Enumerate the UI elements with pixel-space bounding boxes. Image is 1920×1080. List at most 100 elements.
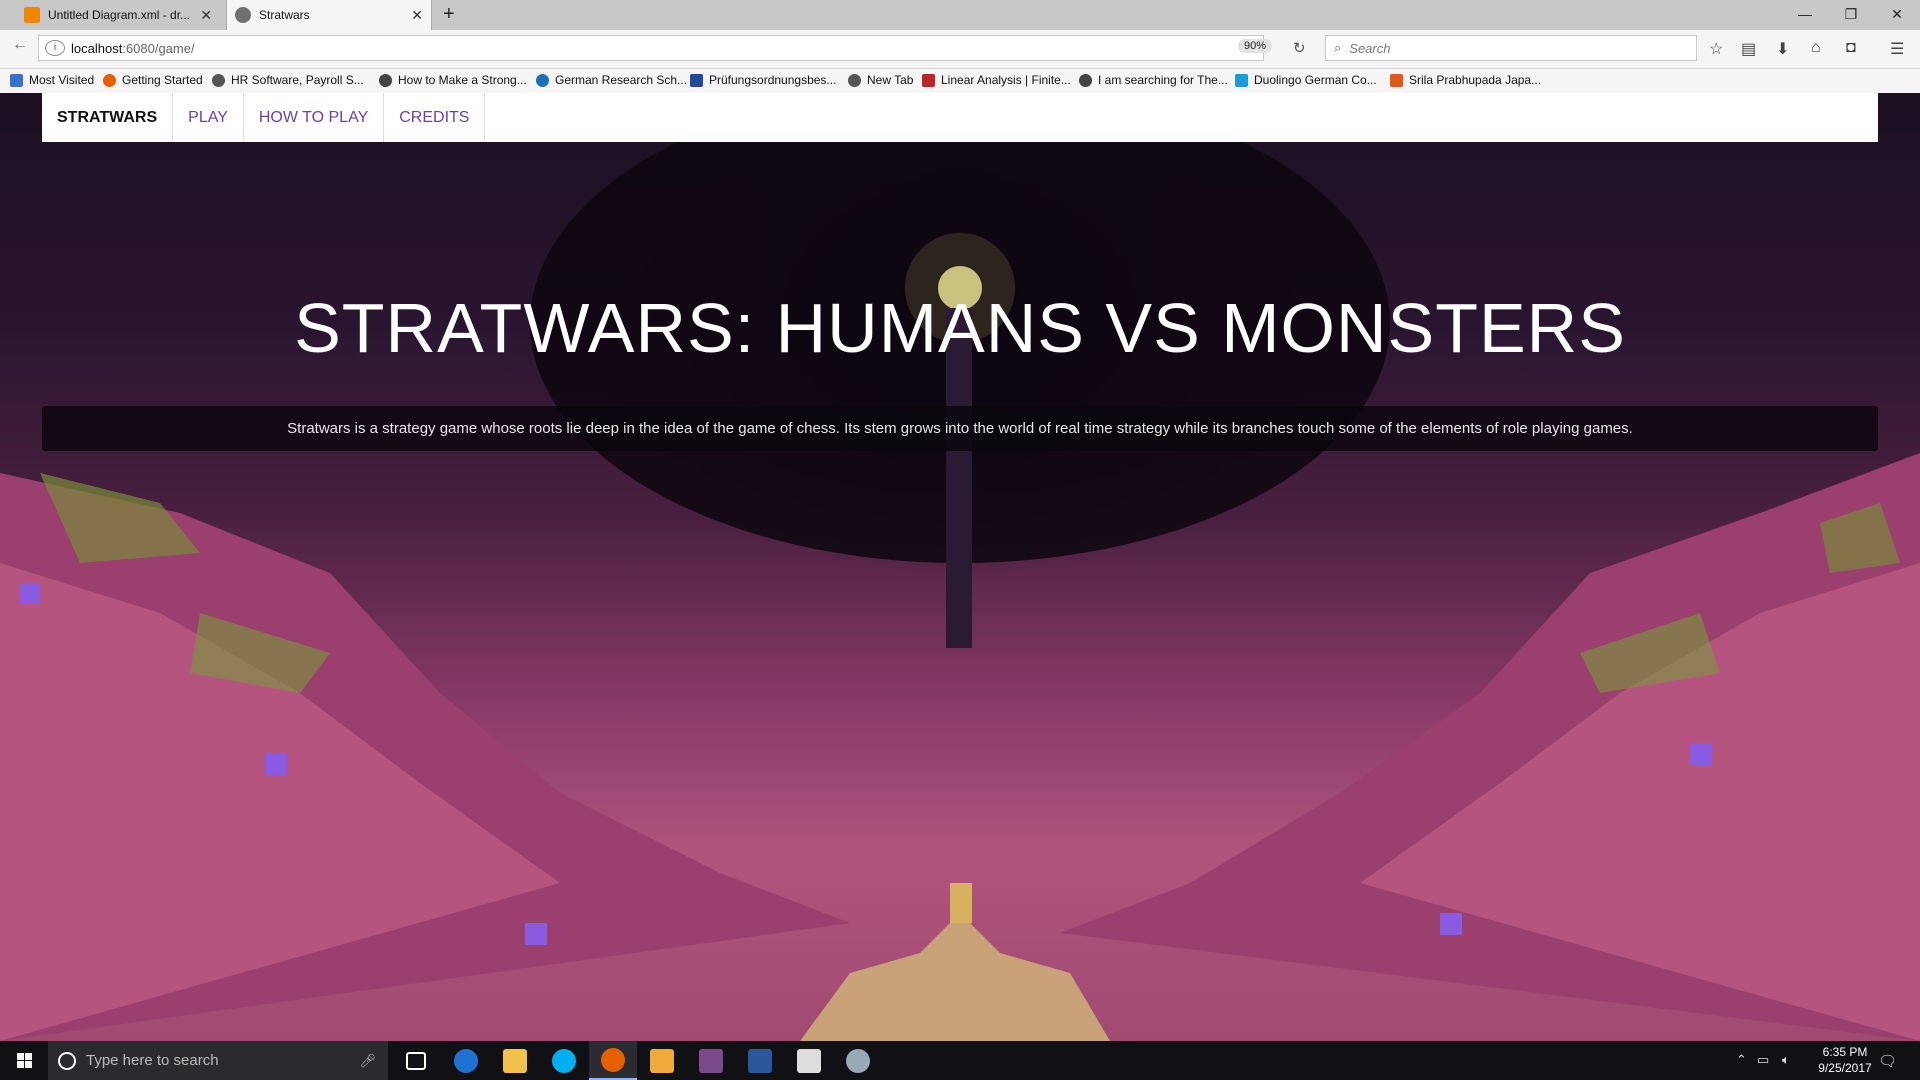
volume-icon[interactable]: 🔈︎ (1782, 1052, 1790, 1068)
windows-taskbar: Type here to search 🎤︎ ⌃ ▭ 🔈︎ 6:35 PM 9/… (0, 1041, 1920, 1080)
microphone-icon[interactable]: 🎤︎ (359, 1053, 376, 1069)
bookmark-label: How to Make a Strong... (398, 73, 527, 87)
library-icon[interactable]: ▤ (1741, 39, 1756, 59)
clock-date: 9/25/2017 (1818, 1061, 1872, 1075)
bookmark-label: HR Software, Payroll S... (231, 73, 364, 87)
bookmark-label: Srila Prabhupada Japa... (1409, 73, 1542, 87)
taskbar-search-placeholder: Type here to search (86, 1052, 219, 1069)
back-icon[interactable]: ← (12, 36, 28, 54)
page-icon (235, 7, 251, 23)
file-explorer-button[interactable] (491, 1041, 539, 1080)
bookmark-srila-prabhupada[interactable]: Srila Prabhupada Japa... (1390, 73, 1541, 87)
tab-untitled-diagram[interactable]: Untitled Diagram.xml - dr... ✕ (16, 0, 220, 30)
close-icon[interactable]: ✕ (411, 7, 423, 24)
search-placeholder: Search (1349, 40, 1391, 56)
bookmarks-toolbar: Most Visited Getting Started HR Software… (0, 69, 1920, 94)
bookmark-how-to-make[interactable]: How to Make a Strong... (379, 73, 527, 87)
close-window-button[interactable]: ✕ (1874, 2, 1920, 26)
bookmark-linear-analysis[interactable]: Linear Analysis | Finite... (922, 73, 1071, 87)
task-view-icon (406, 1051, 426, 1070)
skype-button[interactable] (540, 1041, 588, 1080)
bookmark-i-am-searching[interactable]: I am searching for The... (1079, 73, 1228, 87)
reddit-icon (1079, 73, 1092, 87)
tagline-text: Stratwars is a strategy game whose roots… (287, 420, 1633, 437)
soundcloud-icon (1390, 73, 1403, 87)
url-path: :6080/game/ (122, 40, 195, 56)
word-icon (748, 1048, 772, 1073)
site-navbar: STRATWARS PLAY HOW TO PLAY CREDITS (42, 93, 1878, 142)
info-icon[interactable]: i (45, 40, 65, 56)
cortana-icon (58, 1051, 76, 1070)
globe-icon (848, 73, 861, 87)
zoom-level[interactable]: 90% (1238, 39, 1273, 53)
bookmark-label: Prüfungsordnungsbes... (709, 73, 837, 87)
firefox-button[interactable] (589, 1041, 637, 1080)
close-icon[interactable]: ✕ (200, 7, 212, 24)
browser-tab-bar: Untitled Diagram.xml - dr... ✕ Stratwars… (0, 0, 1920, 30)
system-clock[interactable]: 6:35 PM 9/25/2017 (1800, 1044, 1890, 1076)
task-view-button[interactable] (392, 1041, 440, 1080)
photos-icon (797, 1048, 821, 1073)
maximize-button[interactable]: ❐ (1828, 2, 1874, 26)
firefox-icon (601, 1047, 625, 1072)
search-input[interactable]: ⌕ Search (1325, 35, 1697, 61)
tab-title: Stratwars (259, 8, 310, 22)
taskbar-search-input[interactable]: Type here to search 🎤︎ (48, 1041, 388, 1080)
nav-credits[interactable]: CREDITS (384, 93, 486, 142)
bookmark-icon (10, 73, 23, 87)
start-button[interactable] (0, 1041, 48, 1080)
page-title: STRATWARS: HUMANS VS MONSTERS (294, 289, 1626, 367)
download-icon[interactable]: ⬇ (1776, 39, 1789, 59)
search-icon: ⌕ (1334, 40, 1342, 55)
firefox-icon (103, 73, 116, 87)
university-icon (690, 73, 703, 87)
menu-icon[interactable]: ☰ (1890, 39, 1904, 59)
folder-icon (503, 1048, 527, 1073)
bookmark-star-icon[interactable]: ☆ (1709, 39, 1723, 59)
home-icon[interactable]: ⌂ (1811, 39, 1821, 57)
edge-icon (454, 1048, 478, 1073)
nav-play[interactable]: PLAY (173, 93, 244, 142)
chevron-up-icon[interactable]: ⌃ (1736, 1052, 1747, 1068)
tab-stratwars[interactable]: Stratwars ✕ (226, 0, 432, 30)
game-landing-page: STRATWARS PLAY HOW TO PLAY CREDITS STRAT… (0, 93, 1920, 1041)
mit-icon (922, 73, 935, 87)
bookmark-most-visited[interactable]: Most Visited (10, 73, 94, 87)
bookmark-pruefungsordnung[interactable]: Prüfungsordnungsbes... (690, 73, 836, 87)
photos-button[interactable] (785, 1041, 833, 1080)
bookmark-label: Most Visited (29, 73, 95, 87)
bookmark-label: I am searching for The... (1098, 73, 1228, 87)
pocket-icon[interactable]: ◘ (1846, 39, 1856, 57)
windows-icon (17, 1053, 32, 1068)
minimize-button[interactable]: — (1782, 2, 1828, 26)
word-button[interactable] (736, 1041, 784, 1080)
nav-how-to-play[interactable]: HOW TO PLAY (244, 93, 385, 142)
reload-icon[interactable]: ↻ (1293, 39, 1306, 57)
url-bar[interactable]: i localhost :6080/game/ (38, 35, 1264, 61)
bookmark-new-tab[interactable]: New Tab (848, 73, 913, 87)
game-button[interactable] (687, 1041, 735, 1080)
bookmark-label: Duolingo German Co... (1254, 73, 1377, 87)
edge-button[interactable] (442, 1041, 490, 1080)
browser-nav-bar: ← i localhost :6080/game/ 90% ↻ ⌕ Search… (0, 30, 1920, 69)
bookmark-german-research[interactable]: German Research Sch... (536, 73, 687, 87)
bookmark-getting-started[interactable]: Getting Started (103, 73, 203, 87)
skype-icon (552, 1048, 576, 1073)
reddit-icon (379, 73, 392, 87)
globe-icon (212, 73, 225, 87)
network-icon[interactable]: ▭ (1757, 1052, 1769, 1068)
nav-brand[interactable]: STRATWARS (42, 93, 174, 142)
research-icon (536, 73, 549, 87)
app-icon (846, 1048, 870, 1073)
bookmark-label: New Tab (867, 73, 914, 87)
bookmark-duolingo[interactable]: Duolingo German Co... (1235, 73, 1377, 87)
url-host: localhost (71, 40, 123, 56)
outlook-button[interactable] (638, 1041, 686, 1080)
game-icon (699, 1048, 723, 1073)
new-tab-button[interactable]: + (443, 3, 455, 26)
notification-icon[interactable]: 🗨︎ (1878, 1052, 1897, 1070)
tab-title: Untitled Diagram.xml - dr... (48, 8, 191, 22)
bookmark-hr-software[interactable]: HR Software, Payroll S... (212, 73, 364, 87)
other-app-button[interactable] (834, 1041, 882, 1080)
tagline-banner: Stratwars is a strategy game whose roots… (42, 406, 1878, 451)
